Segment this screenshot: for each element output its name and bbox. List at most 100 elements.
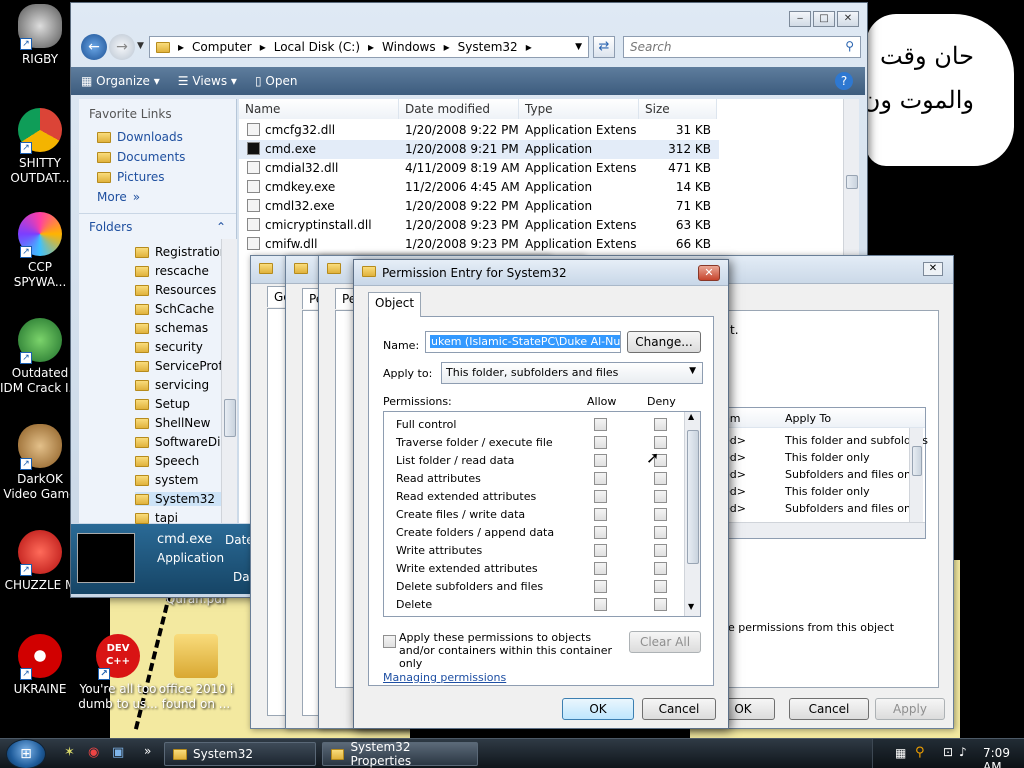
- scrollbar-thumb[interactable]: [846, 175, 858, 189]
- desktop-icon-ccp[interactable]: ↗ CCP SPYWA...: [0, 212, 80, 290]
- favorite-pictures[interactable]: Pictures: [79, 167, 236, 187]
- desktop-icon-devcpp[interactable]: DEV C++ ↗ You're all too dumb to us...: [78, 634, 158, 712]
- file-row[interactable]: cmicryptinstall.dll 1/20/2008 9:23 PM Ap…: [239, 216, 855, 235]
- allow-checkbox[interactable]: [594, 418, 607, 431]
- favorite-documents[interactable]: Documents: [79, 147, 236, 167]
- file-row[interactable]: cmcfg32.dll 1/20/2008 9:22 PM Applicatio…: [239, 121, 855, 140]
- scrollbar-thumb[interactable]: [687, 430, 699, 564]
- scrollbar-thumb[interactable]: [912, 446, 922, 476]
- allow-checkbox[interactable]: [594, 436, 607, 449]
- entries-hscrollbar[interactable]: [701, 522, 925, 538]
- column-apply-to[interactable]: Apply To: [785, 412, 831, 425]
- allow-checkbox[interactable]: [594, 454, 607, 467]
- tree-item[interactable]: Setup: [135, 397, 190, 411]
- desktop-icon-chrome[interactable]: ↗ SHITTY OUTDAT...: [0, 108, 80, 186]
- forward-button[interactable]: →: [109, 34, 135, 60]
- maximize-button[interactable]: □: [813, 11, 835, 27]
- apply-within-container-checkbox[interactable]: [383, 635, 396, 648]
- tree-item[interactable]: SchCache: [135, 302, 214, 316]
- tray-app-icon[interactable]: ▦: [895, 746, 906, 760]
- taskbar-button-system32-properties[interactable]: System32 Properties: [322, 740, 478, 768]
- address-dropdown-icon[interactable]: ▼: [575, 42, 582, 52]
- managing-permissions-link[interactable]: Managing permissions: [383, 671, 506, 684]
- help-icon[interactable]: ?: [835, 72, 853, 90]
- allow-checkbox[interactable]: [594, 508, 607, 521]
- deny-checkbox[interactable]: [654, 598, 667, 611]
- allow-checkbox[interactable]: [594, 526, 607, 539]
- tree-item[interactable]: ShellNew: [135, 416, 210, 430]
- deny-checkbox[interactable]: [654, 562, 667, 575]
- taskbar-button-system32[interactable]: System32: [164, 742, 316, 766]
- file-row[interactable]: cmdial32.dll 4/11/2009 8:19 AM Applicati…: [239, 159, 855, 178]
- close-button[interactable]: ✕: [837, 11, 859, 27]
- column-name[interactable]: Name: [239, 99, 399, 119]
- allow-checkbox[interactable]: [594, 544, 607, 557]
- allow-checkbox[interactable]: [594, 562, 607, 575]
- tree-item-selected[interactable]: System32: [135, 492, 222, 506]
- deny-checkbox[interactable]: [654, 544, 667, 557]
- file-row[interactable]: cmifw.dll 1/20/2008 9:23 PM Application …: [239, 235, 855, 254]
- show-desktop-icon[interactable]: ▣: [112, 745, 130, 763]
- apply-button[interactable]: Apply: [875, 698, 945, 720]
- tree-item[interactable]: Speech: [135, 454, 199, 468]
- tree-item[interactable]: rescache: [135, 264, 209, 278]
- scroll-down-icon[interactable]: ▼: [688, 602, 694, 611]
- scrollbar-thumb[interactable]: [224, 399, 236, 437]
- file-row[interactable]: cmdl32.exe 1/20/2008 9:22 PM Application…: [239, 197, 855, 216]
- open-button[interactable]: ▯ Open: [255, 74, 298, 88]
- change-button[interactable]: Change...: [627, 331, 701, 353]
- desktop-icon-rigby[interactable]: ↗ RIGBY: [0, 4, 80, 67]
- column-type[interactable]: Type: [519, 99, 639, 119]
- clear-all-button[interactable]: Clear All: [629, 631, 701, 653]
- volume-icon[interactable]: ♪: [959, 745, 967, 759]
- allow-checkbox[interactable]: [594, 490, 607, 503]
- tree-scrollbar[interactable]: [221, 239, 237, 523]
- deny-checkbox[interactable]: [654, 526, 667, 539]
- desktop-icon-chuzzle[interactable]: ↗ CHUZZLE M: [0, 530, 80, 593]
- file-row-selected[interactable]: cmd.exe 1/20/2008 9:21 PM Application 31…: [239, 140, 719, 159]
- name-field[interactable]: ukem (Islamic-StatePC\Duke Al-Nukem): [425, 331, 621, 353]
- permission-entries-list[interactable]: om Apply To ed> This folder and subfolde…: [700, 407, 928, 539]
- minimize-button[interactable]: ‒: [789, 11, 811, 27]
- tree-item[interactable]: Registration: [135, 245, 227, 259]
- desktop-icon-idm[interactable]: ↗ Outdated IDM Crack I...: [0, 318, 80, 396]
- cancel-button[interactable]: Cancel: [642, 698, 716, 720]
- deny-checkbox[interactable]: [654, 580, 667, 593]
- breadcrumb-windows[interactable]: Windows: [382, 40, 436, 54]
- search-input[interactable]: Search ⚲: [623, 36, 861, 58]
- allow-checkbox[interactable]: [594, 598, 607, 611]
- views-button[interactable]: ☰ Views ▾: [178, 74, 237, 88]
- column-size[interactable]: Size: [639, 99, 717, 119]
- recent-pages-chevron-icon[interactable]: ▼: [137, 41, 144, 51]
- tree-item[interactable]: security: [135, 340, 203, 354]
- ok-button[interactable]: OK: [562, 698, 634, 720]
- deny-checkbox[interactable]: [654, 472, 667, 485]
- deny-checkbox[interactable]: [654, 508, 667, 521]
- refresh-icon[interactable]: ⇄: [593, 36, 615, 58]
- tree-item[interactable]: schemas: [135, 321, 208, 335]
- search-icon[interactable]: ⚲: [915, 745, 925, 760]
- desktop-icon-ukraine[interactable]: ↗ UKRAINE: [0, 634, 80, 697]
- close-icon[interactable]: ✕: [923, 262, 943, 276]
- file-row[interactable]: cmdkey.exe 11/2/2006 4:45 AM Application…: [239, 178, 855, 197]
- address-bar[interactable]: ▸ Computer ▸ Local Disk (C:) ▸ Windows ▸…: [149, 36, 589, 58]
- network-icon[interactable]: ⊡: [943, 745, 953, 759]
- back-button[interactable]: ←: [81, 34, 107, 60]
- organize-button[interactable]: ▦ Organize ▾: [81, 74, 160, 88]
- tree-item[interactable]: tapi: [135, 511, 178, 525]
- start-button[interactable]: ⊞: [6, 739, 46, 768]
- folders-header[interactable]: Folders ⌃: [79, 213, 236, 240]
- tree-item[interactable]: SoftwareDist: [135, 435, 231, 449]
- deny-checkbox[interactable]: [654, 490, 667, 503]
- permissions-scrollbar[interactable]: ▲ ▼: [684, 412, 700, 616]
- tab-object[interactable]: Object: [368, 292, 422, 317]
- cancel-button[interactable]: Cancel: [789, 698, 869, 720]
- allow-checkbox[interactable]: [594, 472, 607, 485]
- clock[interactable]: 7:09 AM: [983, 746, 1024, 768]
- column-date-modified[interactable]: Date modified: [399, 99, 519, 119]
- entries-scrollbar[interactable]: [909, 428, 923, 522]
- allow-checkbox[interactable]: [594, 580, 607, 593]
- deny-checkbox[interactable]: [654, 418, 667, 431]
- desktop-icon-office[interactable]: office 2010 i found on ...: [156, 634, 236, 712]
- breadcrumb-system32[interactable]: System32: [458, 40, 518, 54]
